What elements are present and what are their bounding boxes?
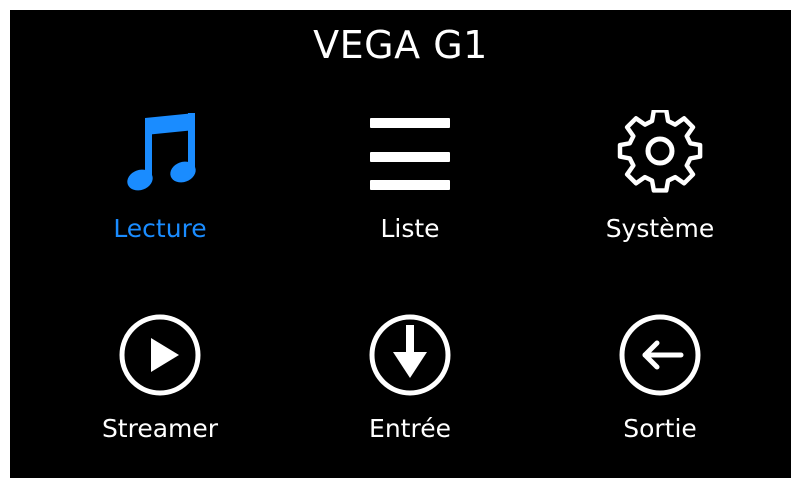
play-circle-icon bbox=[115, 310, 205, 400]
device-title: VEGA G1 bbox=[313, 23, 488, 67]
menu-item-lecture[interactable]: Lecture bbox=[60, 110, 260, 260]
input-arrow-down-circle-icon bbox=[365, 310, 455, 400]
menu-item-label: Entrée bbox=[369, 414, 451, 443]
menu-item-systeme[interactable]: Système bbox=[560, 110, 760, 260]
menu-item-label: Lecture bbox=[113, 214, 207, 243]
menu-item-liste[interactable]: Liste bbox=[310, 110, 510, 260]
menu-item-entree[interactable]: Entrée bbox=[310, 310, 510, 460]
menu-item-label: Streamer bbox=[101, 414, 219, 443]
menu-item-label: Liste bbox=[380, 214, 440, 243]
device-screen: VEGA G1 Lecture Liste Système Streamer E… bbox=[10, 10, 791, 478]
menu-item-sortie[interactable]: Sortie bbox=[560, 310, 760, 460]
music-note-icon bbox=[115, 110, 205, 200]
exit-arrow-left-circle-icon bbox=[615, 310, 705, 400]
list-icon bbox=[365, 110, 455, 200]
menu-item-label: Sortie bbox=[623, 414, 697, 443]
gear-icon bbox=[615, 110, 705, 200]
menu-item-label: Système bbox=[605, 214, 715, 243]
menu-item-streamer[interactable]: Streamer bbox=[60, 310, 260, 460]
